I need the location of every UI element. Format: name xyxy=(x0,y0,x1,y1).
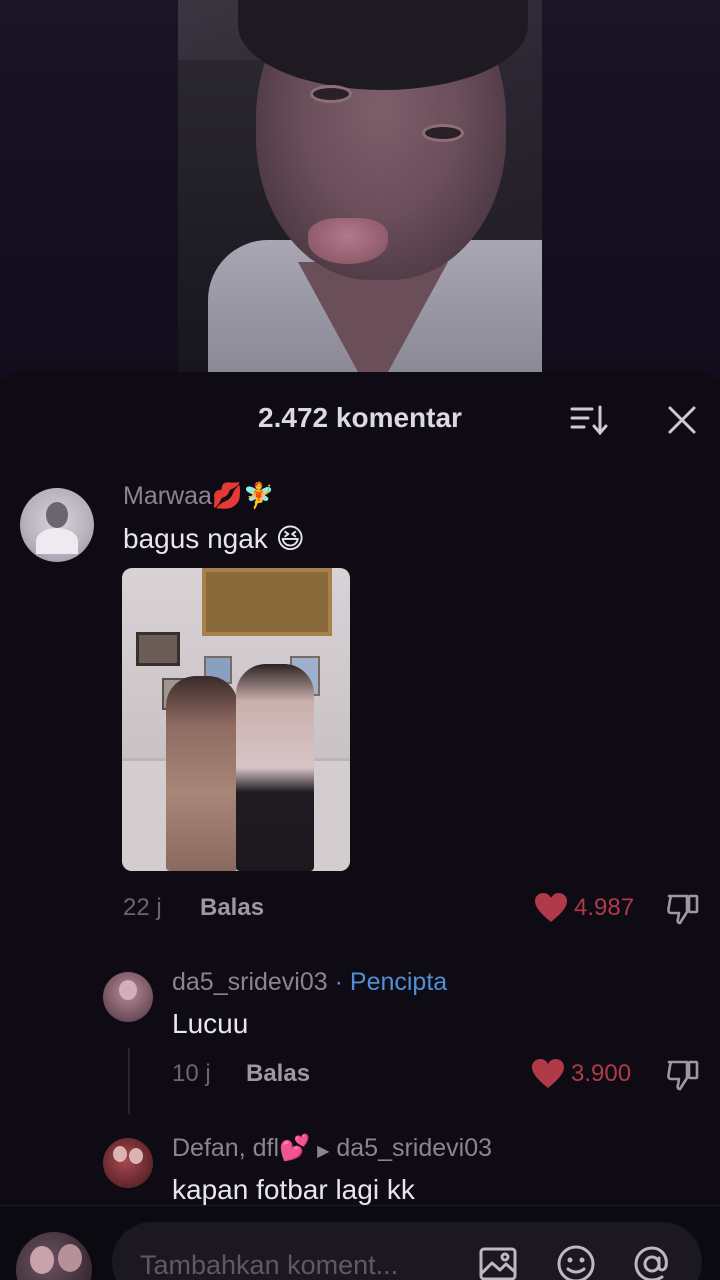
video-preview[interactable] xyxy=(0,0,720,380)
sheet-header: 2.472 komentar xyxy=(0,372,720,464)
avatar[interactable] xyxy=(20,488,94,562)
image-icon[interactable] xyxy=(478,1244,518,1280)
dislike-icon[interactable] xyxy=(666,892,700,926)
avatar[interactable] xyxy=(103,972,153,1022)
reply-username[interactable]: Defan, dfl💕 ▶ da5_sridevi03 xyxy=(172,1134,492,1163)
user-avatar[interactable] xyxy=(16,1232,92,1280)
comments-count-title: 2.472 komentar xyxy=(258,402,462,433)
reply-username-text[interactable]: Defan, dfl💕 xyxy=(172,1134,310,1162)
reply-to-username[interactable]: da5_sridevi03 xyxy=(336,1134,492,1162)
reply-time: 10 j xyxy=(172,1060,211,1087)
like-count: 4.987 xyxy=(574,894,635,921)
dislike-icon[interactable] xyxy=(666,1058,700,1092)
video-frame xyxy=(178,0,542,372)
heart-icon xyxy=(532,1059,564,1088)
close-icon[interactable] xyxy=(666,404,698,436)
heart-icon xyxy=(535,893,567,922)
reply-text: kapan fotbar lagi kk xyxy=(172,1174,415,1205)
reply-arrow-icon: ▶ xyxy=(317,1143,330,1160)
sort-icon[interactable] xyxy=(570,404,608,436)
reply-text: Lucuu xyxy=(172,1008,249,1039)
comment-input-placeholder: Tambahkan koment... xyxy=(140,1250,399,1280)
like-count: 3.900 xyxy=(571,1060,632,1087)
thread-line xyxy=(128,1048,130,1114)
reply-button[interactable]: Balas xyxy=(246,1060,310,1088)
comment-input[interactable]: Tambahkan koment... xyxy=(112,1222,702,1280)
emoji-icon[interactable] xyxy=(556,1244,596,1280)
like-button[interactable]: 4.987 xyxy=(534,892,634,924)
mention-icon[interactable] xyxy=(632,1244,672,1280)
like-button[interactable]: 3.900 xyxy=(531,1058,631,1090)
avatar[interactable] xyxy=(103,1138,153,1188)
comment-photo[interactable] xyxy=(122,568,350,871)
reply-button[interactable]: Balas xyxy=(200,894,264,922)
reply-username-text[interactable]: da5_sridevi03 xyxy=(172,968,328,996)
comment-time: 22 j xyxy=(123,894,162,921)
comments-sheet: 2.472 komentar Marwaa💋🧚 bagus ngak 😆 22 … xyxy=(0,372,720,1280)
comment-text: bagus ngak 😆 xyxy=(123,523,305,554)
comment-username[interactable]: Marwaa💋🧚 xyxy=(123,482,274,511)
comment-input-bar: Tambahkan koment... xyxy=(0,1205,720,1280)
reply-username[interactable]: da5_sridevi03 · Pencipta xyxy=(172,968,447,997)
creator-badge: · Pencipta xyxy=(334,968,448,996)
